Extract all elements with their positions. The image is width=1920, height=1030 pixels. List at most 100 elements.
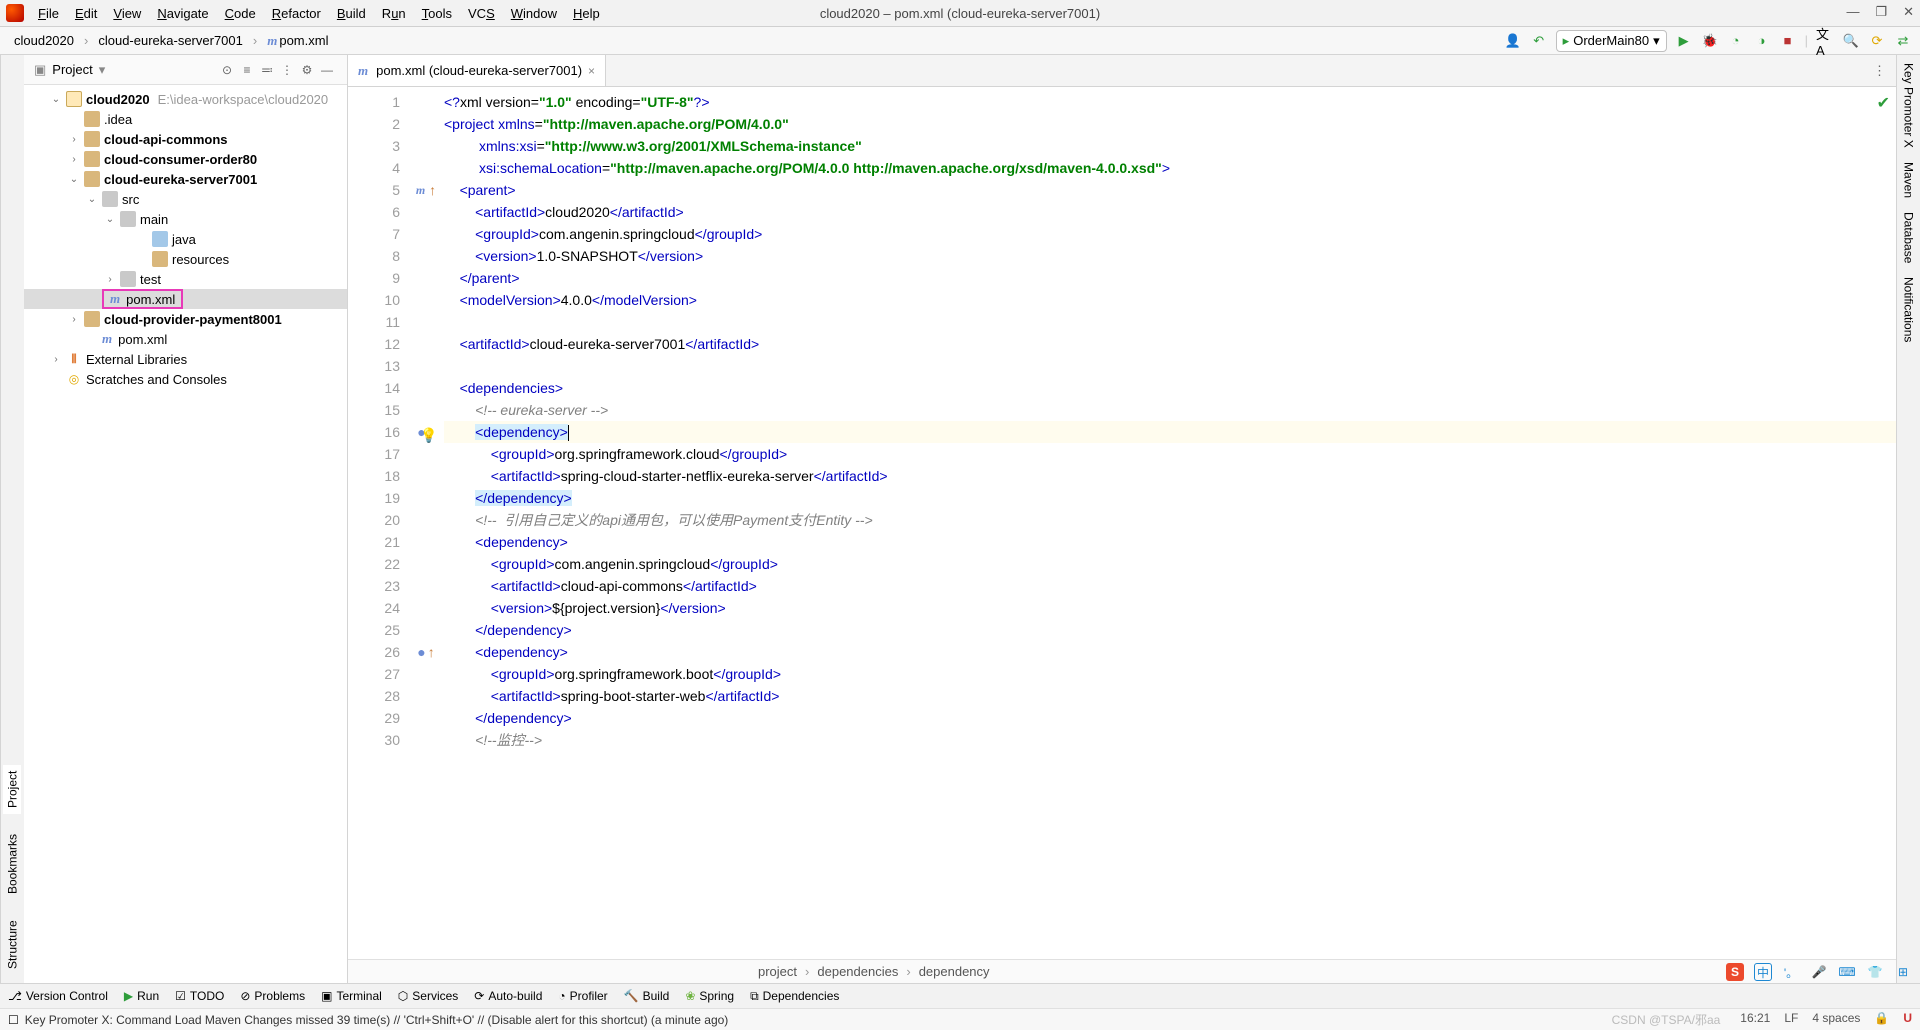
punctuation-icon[interactable]: '。	[1782, 963, 1800, 981]
chevron-down-icon[interactable]: ▾	[99, 62, 106, 78]
tool-run[interactable]: ▶Run	[124, 989, 159, 1003]
breadcrumb-module[interactable]: cloud-eureka-server7001	[94, 31, 247, 50]
tool-spring[interactable]: ❀Spring	[685, 989, 734, 1003]
collapse-all-icon[interactable]: ≕	[257, 63, 277, 77]
add-user-icon[interactable]: 👤	[1504, 32, 1522, 50]
window-minimize-icon[interactable]: —	[1846, 4, 1859, 20]
tool-autobuild[interactable]: ⟳Auto-build	[474, 989, 542, 1003]
stop-icon[interactable]: ■	[1779, 32, 1797, 50]
menu-build[interactable]: Build	[329, 4, 374, 23]
tab-options-icon[interactable]: ⋮	[1863, 63, 1896, 79]
menu-code[interactable]: Code	[217, 4, 264, 23]
close-icon[interactable]: ×	[588, 64, 595, 78]
window-close-icon[interactable]: ✕	[1903, 4, 1914, 20]
expand-all-icon[interactable]: ≡	[237, 63, 257, 77]
tree-row[interactable]: mpom.xml	[24, 329, 347, 349]
editor[interactable]: 1234567891011121314151617181920212223242…	[348, 87, 1896, 959]
menu-file[interactable]: File	[30, 4, 67, 23]
tree-row[interactable]: ⌄main	[24, 209, 347, 229]
tool-build[interactable]: 🔨Build	[624, 989, 670, 1003]
menu-navigate[interactable]: Navigate	[149, 4, 216, 23]
right-rail-notifications[interactable]: Notifications	[1902, 277, 1916, 342]
gear-icon[interactable]: ⚙	[297, 63, 317, 77]
breadcrumb-root[interactable]: cloud2020	[10, 31, 78, 50]
project-tree[interactable]: ⌄ cloud2020 E:\idea-workspace\cloud2020 …	[24, 85, 347, 983]
tree-external-libraries[interactable]: ›⦀ External Libraries	[24, 349, 347, 369]
menu-edit[interactable]: Edit	[67, 4, 105, 23]
tool-problems[interactable]: ⊘Problems	[240, 989, 305, 1003]
crumb-dependency[interactable]: dependency	[919, 964, 990, 979]
left-rail-structure[interactable]: Structure	[4, 914, 22, 975]
window-maximize-icon[interactable]: ❐	[1875, 4, 1887, 20]
separator: |	[1805, 33, 1808, 48]
tool-terminal[interactable]: ▣Terminal	[321, 989, 382, 1003]
back-arrow-icon[interactable]: ↶	[1530, 32, 1548, 50]
status-line-sep[interactable]: LF	[1784, 1011, 1798, 1028]
breadcrumb-file[interactable]: mpom.xml	[263, 31, 332, 51]
skin-icon[interactable]: 👕	[1866, 963, 1884, 981]
status-icon[interactable]: ☐	[8, 1013, 19, 1027]
tool-services[interactable]: ⬡Services	[398, 989, 459, 1003]
left-rail-project[interactable]: Project	[4, 765, 22, 814]
run-icon[interactable]: ▶	[1675, 32, 1693, 50]
toolbox-icon[interactable]: ⊞	[1894, 963, 1912, 981]
editor-tab[interactable]: m pom.xml (cloud-eureka-server7001) ×	[348, 55, 606, 86]
editor-gutter-annotations: m↑●↑●↑	[408, 87, 444, 959]
profile-icon[interactable]: ◑	[1753, 32, 1771, 50]
sync-icon[interactable]: ⟳	[1868, 32, 1886, 50]
tree-row[interactable]: ›test	[24, 269, 347, 289]
status-time: 16:21	[1740, 1011, 1770, 1028]
tree-row[interactable]: ⌄cloud-eureka-server7001	[24, 169, 347, 189]
tree-row[interactable]: mpom.xml	[24, 289, 347, 309]
right-rail-keypromoter[interactable]: Key Promoter X	[1902, 63, 1916, 148]
menu-vcs[interactable]: VCS	[460, 4, 503, 23]
project-panel-title[interactable]: Project	[52, 62, 92, 77]
debug-icon[interactable]: 🐞	[1701, 32, 1719, 50]
menu-window[interactable]: Window	[503, 4, 565, 23]
tree-row[interactable]: ›cloud-provider-payment8001	[24, 309, 347, 329]
tool-dependencies[interactable]: ⧉Dependencies	[750, 989, 839, 1004]
menu-run[interactable]: Run	[374, 4, 414, 23]
editor-code[interactable]: <?xml version="1.0" encoding="UTF-8"?><p…	[444, 87, 1896, 959]
tree-row[interactable]: resources	[24, 249, 347, 269]
tree-scratches[interactable]: ◎ Scratches and Consoles	[24, 369, 347, 389]
mic-icon[interactable]: 🎤	[1810, 963, 1828, 981]
editor-gutter: 1234567891011121314151617181920212223242…	[348, 87, 408, 959]
inspection-ok-icon[interactable]: ✔	[1877, 93, 1890, 113]
search-icon[interactable]: 🔍	[1842, 32, 1860, 50]
crumb-project[interactable]: project	[758, 964, 797, 979]
update-icon[interactable]: ⇄	[1894, 32, 1912, 50]
lock-icon[interactable]: 🔒	[1874, 1011, 1889, 1028]
tree-row[interactable]: ⌄src	[24, 189, 347, 209]
right-rail-maven[interactable]: Maven	[1902, 162, 1916, 198]
status-message: Key Promoter X: Command Load Maven Chang…	[25, 1013, 1612, 1027]
menu-tools[interactable]: Tools	[414, 4, 460, 23]
tool-version-control[interactable]: ⎇Version Control	[8, 989, 108, 1003]
tree-row[interactable]: .idea	[24, 109, 347, 129]
chevron-right-icon: ›	[253, 33, 257, 48]
tree-row[interactable]: ›cloud-api-commons	[24, 129, 347, 149]
keyboard-icon[interactable]: ⌨	[1838, 963, 1856, 981]
tool-todo[interactable]: ☑TODO	[175, 989, 224, 1003]
sogou-ime-icon[interactable]: S	[1726, 963, 1744, 981]
status-indent[interactable]: 4 spaces	[1812, 1011, 1860, 1028]
tree-root[interactable]: ⌄ cloud2020 E:\idea-workspace\cloud2020	[24, 89, 347, 109]
menu-view[interactable]: View	[105, 4, 149, 23]
tree-row[interactable]: java	[24, 229, 347, 249]
menu-help[interactable]: Help	[565, 4, 608, 23]
window-title: cloud2020 – pom.xml (cloud-eureka-server…	[820, 6, 1100, 21]
menu-refactor[interactable]: Refactor	[264, 4, 329, 23]
right-rail-database[interactable]: Database	[1902, 212, 1916, 263]
translate-icon[interactable]: 文A	[1816, 32, 1834, 50]
memory-indicator[interactable]: U	[1903, 1011, 1912, 1028]
navigation-bar: cloud2020 › cloud-eureka-server7001 › mp…	[0, 27, 1920, 55]
tool-profiler[interactable]: ◔Profiler	[558, 989, 607, 1003]
left-rail-bookmarks[interactable]: Bookmarks	[4, 828, 22, 900]
crumb-dependencies[interactable]: dependencies	[817, 964, 898, 979]
hide-icon[interactable]: —	[317, 63, 337, 77]
chinese-mode-icon[interactable]: 中	[1754, 963, 1772, 981]
run-configuration-dropdown[interactable]: ▸ OrderMain80 ▾	[1556, 30, 1667, 52]
select-opened-file-icon[interactable]: ⊙	[217, 63, 237, 77]
coverage-icon[interactable]: ◔	[1727, 32, 1745, 50]
tree-row[interactable]: ›cloud-consumer-order80	[24, 149, 347, 169]
